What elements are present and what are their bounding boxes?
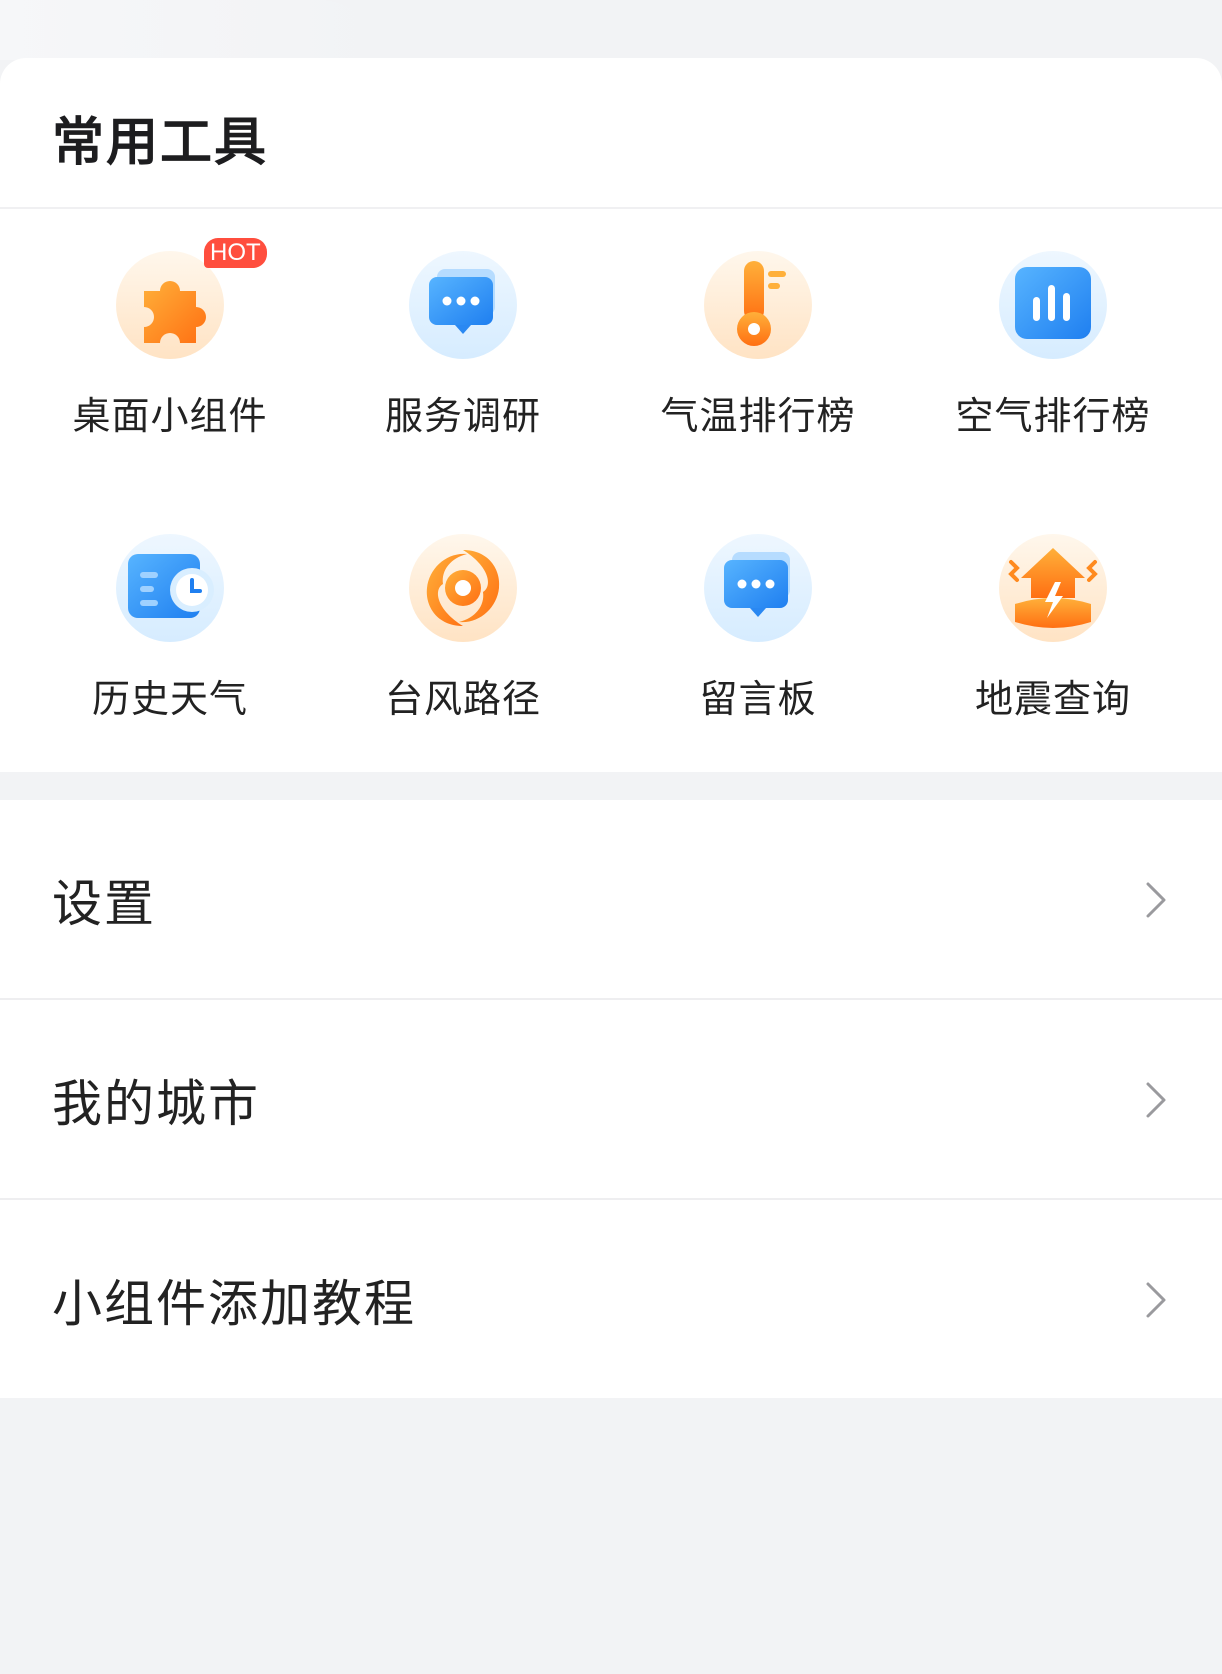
earthquake-icon [999,534,1107,642]
tool-earthquake-query[interactable]: 地震查询 [903,492,1203,722]
tool-temperature-ranking[interactable]: 气温排行榜 [608,209,908,439]
tool-label: 留言板 [699,677,817,721]
tool-label: 桌面小组件 [72,394,268,438]
tool-message-board[interactable]: 留言板 [608,492,908,722]
calendar-clock-icon [116,534,224,642]
tool-label: 服务调研 [384,394,541,438]
chevron-right-icon [1142,1078,1170,1122]
section-title: 常用工具 [52,113,269,173]
tool-label: 历史天气 [91,677,248,721]
hot-badge: HOT [204,238,267,268]
tool-label: 气温排行榜 [660,394,856,438]
menu-item-label: 设置 [52,874,156,933]
menu-item-settings[interactable]: 设置 [0,800,1222,999]
menu-item-label: 我的城市 [52,1074,260,1133]
thermometer-icon [704,251,812,359]
tool-desktop-widget[interactable]: HOT 桌面小组件 [20,209,320,439]
message-board-icon [704,534,812,642]
chevron-right-icon [1142,1278,1170,1322]
menu-item-label: 小组件添加教程 [52,1274,416,1333]
common-tools-card: 常用工具 HOT 桌面小组件 服务调研 气温排行榜 空气排行榜 历史天气 台风路… [0,58,1222,772]
menu-item-widget-tutorial[interactable]: 小组件添加教程 [0,1200,1222,1399]
chat-bubble-icon [409,251,517,359]
tool-label: 台风路径 [384,677,541,721]
tool-history-weather[interactable]: 历史天气 [20,492,320,722]
typhoon-icon [409,534,517,642]
menu-item-my-cities[interactable]: 我的城市 [0,1000,1222,1199]
more-tools-page: 常用工具 HOT 桌面小组件 服务调研 气温排行榜 空气排行榜 历史天气 台风路… [0,0,1222,1674]
background-decoration [0,0,380,60]
tool-label: 空气排行榜 [955,394,1151,438]
tool-air-ranking[interactable]: 空气排行榜 [903,209,1203,439]
chevron-right-icon [1142,878,1170,922]
settings-menu: 设置 我的城市 小组件添加教程 [0,800,1222,1398]
bar-chart-icon [999,251,1107,359]
tool-label: 地震查询 [974,677,1131,721]
tool-service-survey[interactable]: 服务调研 [313,209,613,439]
tool-typhoon-path[interactable]: 台风路径 [313,492,613,722]
